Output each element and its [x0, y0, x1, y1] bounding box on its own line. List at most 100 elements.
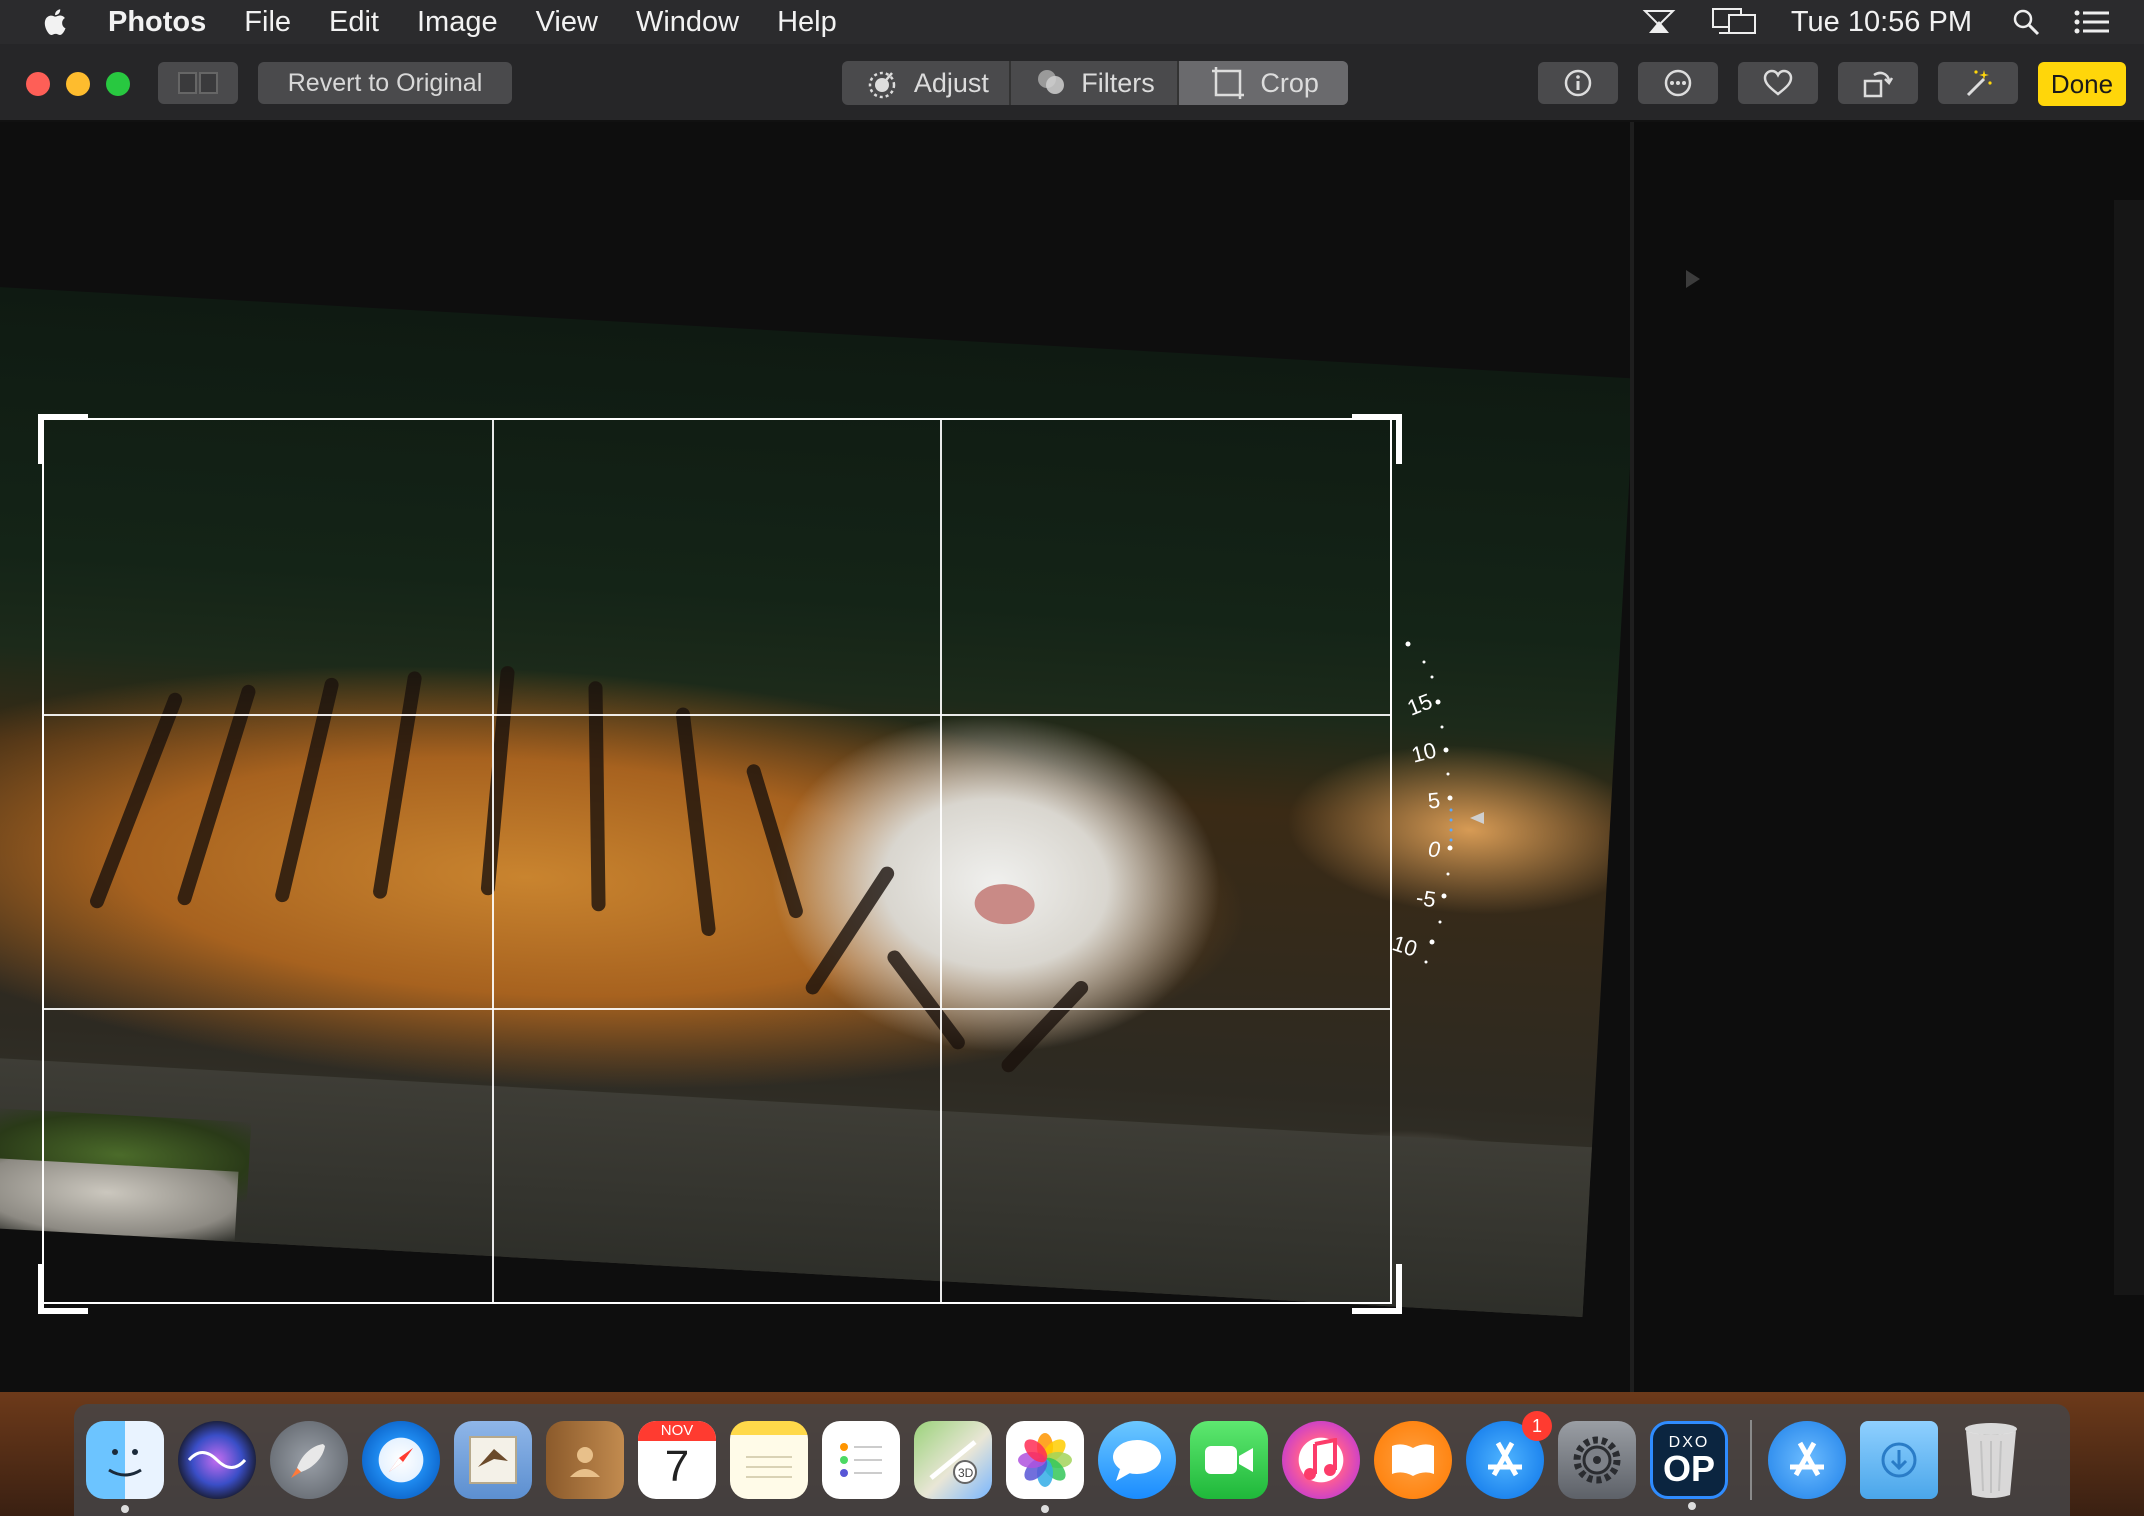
- favorite-button[interactable]: [1738, 62, 1818, 104]
- display-mirroring-icon[interactable]: [1711, 7, 1757, 37]
- menubar-clock[interactable]: Tue 10:56 PM: [1791, 6, 1972, 39]
- dock-system-preferences[interactable]: [1558, 1421, 1636, 1499]
- dock-app-store[interactable]: 1: [1466, 1411, 1552, 1499]
- open-book-icon: [1392, 1444, 1434, 1476]
- dock-photos[interactable]: [1006, 1421, 1084, 1513]
- auto-enhance-button[interactable]: [1938, 62, 2018, 104]
- dock-itunes[interactable]: [1282, 1421, 1360, 1499]
- info-button[interactable]: [1538, 62, 1618, 104]
- dial-tick-label: 0: [1428, 837, 1441, 862]
- dock-safari[interactable]: [362, 1421, 440, 1499]
- tab-adjust-label: Adjust: [913, 67, 989, 98]
- eagle-stamp-icon: [469, 1436, 517, 1484]
- more-options-icon: [1664, 69, 1692, 97]
- dial-tick-label: 10: [1389, 930, 1420, 961]
- dock-downloads-folder[interactable]: [1860, 1421, 1938, 1499]
- grid-line: [492, 420, 494, 1302]
- spotlight-search-icon[interactable]: [2012, 8, 2040, 36]
- dock-siri[interactable]: [178, 1421, 256, 1499]
- auto-enhance-wand-icon: [1966, 70, 1992, 97]
- filters-icon: [1038, 70, 1065, 94]
- tab-adjust[interactable]: Adjust: [842, 61, 1009, 105]
- compare-split-button[interactable]: [158, 62, 238, 104]
- rotate-button[interactable]: [1838, 62, 1918, 104]
- side-panel: [1634, 122, 2144, 1392]
- reminders-list-icon: [840, 1443, 882, 1477]
- video-camera-icon: [1205, 1446, 1253, 1474]
- done-label: Done: [2050, 68, 2114, 99]
- grid-line: [44, 714, 1390, 716]
- more-options-button[interactable]: [1638, 62, 1718, 104]
- crop-handle-bottom-left[interactable]: [38, 1264, 88, 1314]
- siri-icon: [187, 1451, 247, 1469]
- side-panel-scrollbar[interactable]: [2114, 200, 2144, 1295]
- edit-toolbar: Revert to Original Adjust Filters Crop D…: [0, 44, 2144, 122]
- svg-text:3D: 3D: [958, 1466, 974, 1480]
- menu-app-name[interactable]: Photos: [108, 6, 206, 39]
- airplay-icon[interactable]: [1641, 7, 1677, 37]
- music-note-icon: [1304, 1438, 1337, 1480]
- dock-finder[interactable]: [86, 1421, 164, 1513]
- crop-rectangle[interactable]: [42, 418, 1392, 1304]
- dock-mail[interactable]: [454, 1421, 532, 1499]
- compass-icon: [389, 1448, 413, 1472]
- dock-reminders[interactable]: [822, 1421, 900, 1499]
- menu-help[interactable]: Help: [777, 6, 837, 39]
- dial-tick-label: 5: [1427, 787, 1442, 813]
- dock-messages[interactable]: [1098, 1421, 1176, 1499]
- split-view-icon: [178, 72, 218, 94]
- dock-separator: [1750, 1420, 1752, 1500]
- apple-logo-icon[interactable]: [40, 7, 68, 37]
- notes-lines-icon: [746, 1456, 792, 1478]
- dock-contacts[interactable]: [546, 1421, 624, 1499]
- app-store-a-icon: [1790, 1441, 1824, 1477]
- straighten-dial[interactable]: 15 10 5 0 -5 10: [1372, 622, 1512, 1092]
- download-arrow-icon: [1881, 1442, 1917, 1478]
- app-store-update-badge: 1: [1522, 1411, 1552, 1441]
- menu-file[interactable]: File: [244, 6, 291, 39]
- zoom-window-button[interactable]: [106, 72, 130, 96]
- menu-window[interactable]: Window: [636, 6, 739, 39]
- notification-center-icon[interactable]: [2074, 9, 2110, 35]
- menu-edit[interactable]: Edit: [329, 6, 379, 39]
- crop-handle-top-left[interactable]: [38, 414, 88, 464]
- dock-launchpad[interactable]: [270, 1421, 348, 1499]
- revert-to-original-button[interactable]: Revert to Original: [258, 62, 512, 104]
- dock-ibooks[interactable]: [1374, 1421, 1452, 1499]
- gear-icon: [1573, 1436, 1621, 1484]
- trash-can-icon: [1965, 1423, 2017, 1498]
- photo-crop-canvas[interactable]: 15 10 5 0 -5 10: [0, 122, 1630, 1392]
- menu-bar: Photos File Edit Image View Window Help …: [0, 0, 2144, 44]
- dock-trash[interactable]: [1952, 1421, 2030, 1499]
- close-window-button[interactable]: [26, 72, 50, 96]
- crop-handle-top-right[interactable]: [1352, 414, 1402, 464]
- minimize-window-button[interactable]: [66, 72, 90, 96]
- dial-tick-label: -5: [1415, 885, 1438, 912]
- dxo-bottom-text: OP: [1662, 1448, 1715, 1489]
- dock-calendar[interactable]: NOV 7: [638, 1421, 716, 1499]
- done-button[interactable]: Done: [2038, 62, 2126, 106]
- tab-crop[interactable]: Crop: [1177, 61, 1348, 105]
- rocket-icon: [291, 1444, 325, 1478]
- tab-filters[interactable]: Filters: [1008, 61, 1178, 105]
- dial-pointer-icon: [1470, 812, 1484, 824]
- menu-view[interactable]: View: [536, 6, 598, 39]
- crop-handle-bottom-right[interactable]: [1352, 1264, 1402, 1314]
- dock-notes[interactable]: [730, 1421, 808, 1499]
- calendar-month: NOV: [638, 1421, 716, 1441]
- photos-pinwheel-icon: [1018, 1433, 1072, 1487]
- app-store-a-icon: [1488, 1441, 1522, 1477]
- info-icon: [1564, 69, 1592, 97]
- menu-image[interactable]: Image: [417, 6, 498, 39]
- dock-app-store-downloads[interactable]: [1768, 1421, 1846, 1499]
- dock-dxo-opticspro[interactable]: DXO OP: [1650, 1421, 1728, 1510]
- maps-icon: 3D: [929, 1440, 977, 1484]
- disclosure-triangle-icon[interactable]: [1686, 270, 1700, 288]
- contacts-book-icon: [570, 1447, 600, 1477]
- dial-tick-label: 15: [1404, 688, 1436, 720]
- speech-bubble-icon: [1113, 1440, 1161, 1481]
- dock-maps[interactable]: 3D: [914, 1421, 992, 1499]
- favorite-heart-icon: [1763, 69, 1793, 96]
- grid-line: [44, 1008, 1390, 1010]
- dock-facetime[interactable]: [1190, 1421, 1268, 1499]
